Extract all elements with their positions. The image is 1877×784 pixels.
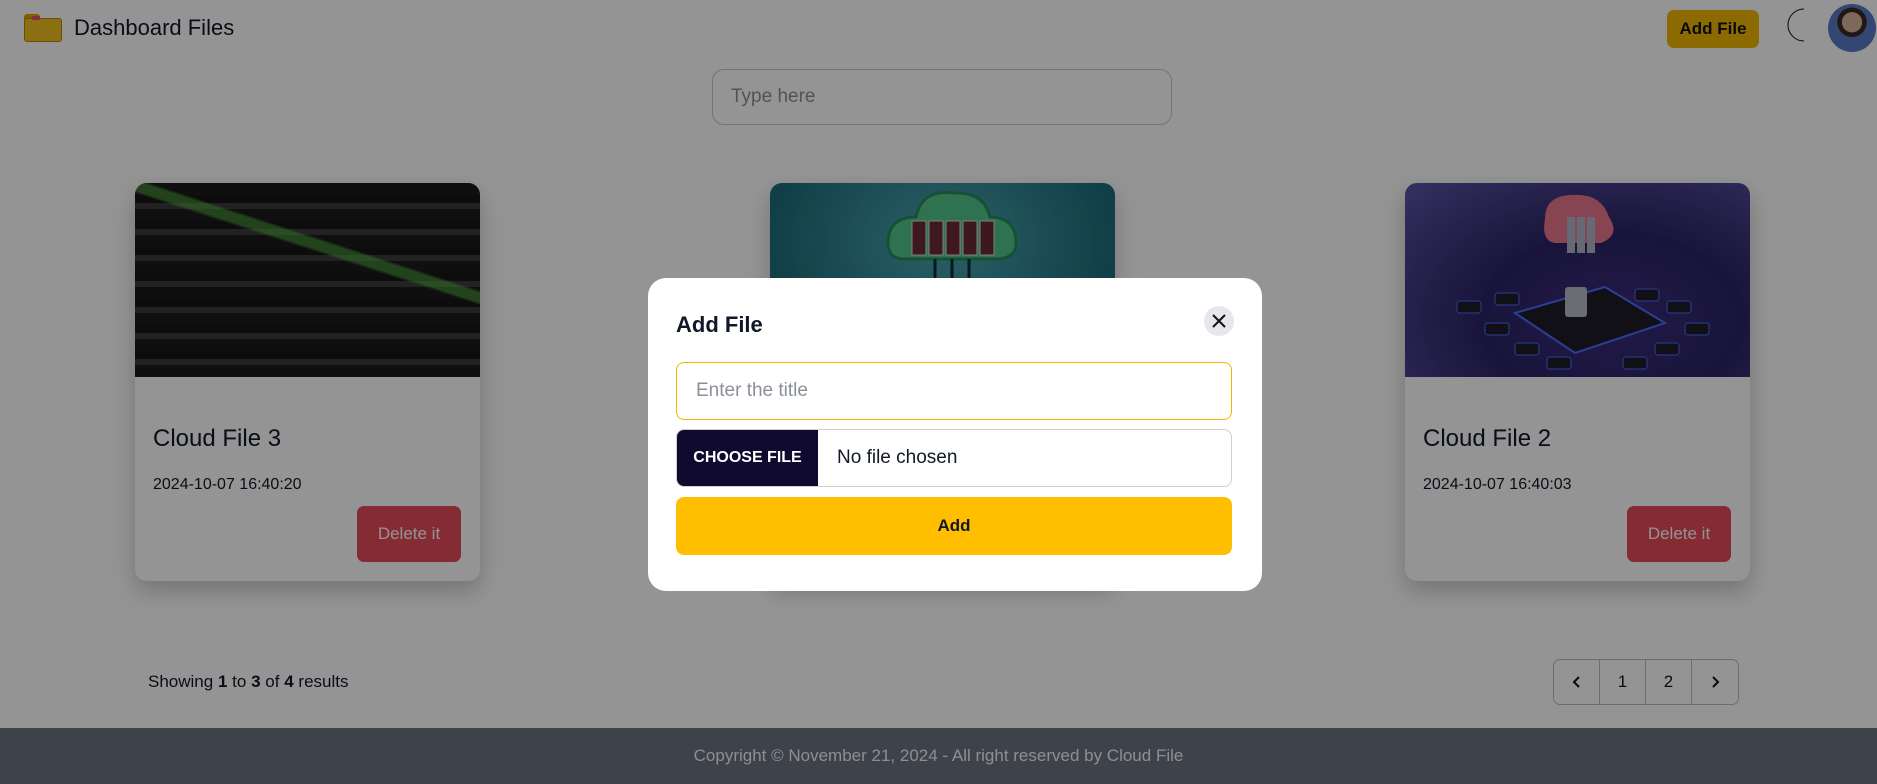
add-file-modal: Add File CHOOSE FILE No file chosen Add [648,278,1262,591]
choose-file-button[interactable]: CHOOSE FILE [677,430,818,486]
title-input[interactable] [676,362,1232,420]
add-button[interactable]: Add [676,497,1232,555]
no-file-text: No file chosen [837,447,958,468]
modal-title: Add File [676,312,763,337]
dashboard-page: Dashboard Files Add File Cloud File 3 20… [0,0,1877,784]
file-input[interactable]: CHOOSE FILE No file chosen [676,429,1232,487]
close-icon[interactable] [1204,306,1234,336]
